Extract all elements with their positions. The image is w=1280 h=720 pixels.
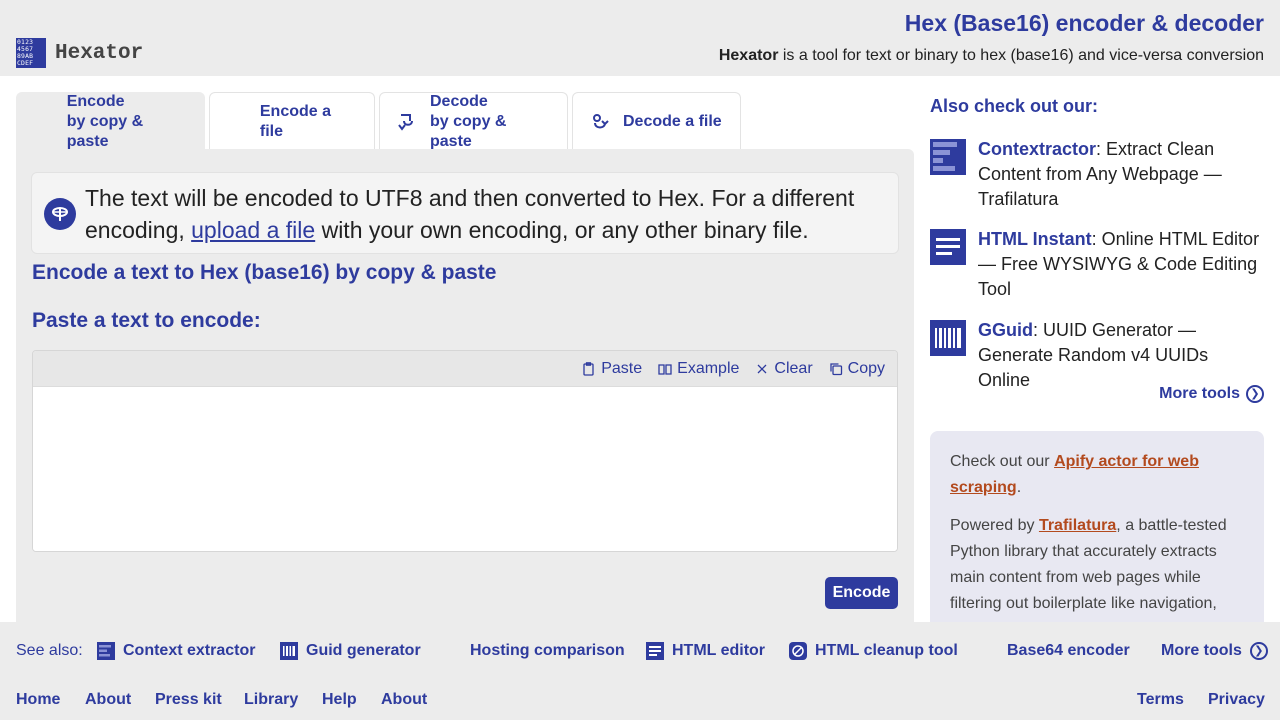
- sidebar-item-name[interactable]: GGuid: [978, 320, 1033, 340]
- barcode-icon: [280, 642, 298, 660]
- mode-tabs: Encode by copy & paste Encode a file Deco…: [16, 92, 741, 150]
- header: 0123 4567 89AB CDEF Hexator Hex (Base16)…: [0, 0, 1280, 76]
- trafilatura-link[interactable]: Trafilatura: [1039, 517, 1116, 534]
- site-title: Hex (Base16) encoder & decoder: [904, 10, 1264, 36]
- footer-link-label: Base64 encoder: [1007, 642, 1130, 659]
- tab-label-line1: Decode: [430, 92, 488, 110]
- tab-decode-copy-paste[interactable]: Decode by copy & paste: [379, 92, 568, 150]
- logo[interactable]: 0123 4567 89AB CDEF Hexator: [16, 38, 143, 68]
- see-also-label: See also:: [16, 642, 83, 659]
- footer-link-html-cleanup[interactable]: HTML cleanup tool: [789, 642, 958, 660]
- footer-link-label: Guid generator: [306, 642, 421, 659]
- footer-link-base64-encoder[interactable]: Base64 encoder: [1007, 642, 1130, 660]
- footer-nav-privacy[interactable]: Privacy: [1208, 691, 1265, 709]
- promo-box: Check out our Apify actor for web scrapi…: [930, 431, 1264, 631]
- promo-apify: Check out our Apify actor for web scrapi…: [950, 449, 1244, 501]
- footer: See also: Context extractor Guid generat…: [0, 622, 1280, 720]
- tab-label-line1: Encode: [66, 92, 125, 110]
- tab-label-line2: by copy & paste: [430, 112, 507, 150]
- paste-label-text: Paste: [601, 359, 643, 377]
- footer-nav-home[interactable]: Home: [16, 691, 60, 709]
- decode-icon: [396, 111, 418, 133]
- chevron-right-circle-icon: ❯: [1246, 385, 1264, 403]
- info-icon: [44, 198, 76, 230]
- footer-link-html-editor[interactable]: HTML editor: [646, 642, 765, 660]
- editor-toolbar: Paste Example Clear Copy: [33, 351, 897, 387]
- upload-file-link[interactable]: upload a file: [191, 217, 315, 243]
- sidebar-item-text: HTML Instant: Online HTML Editor — Free …: [978, 227, 1264, 302]
- sidebar-item-html-instant[interactable]: HTML Instant: Online HTML Editor — Free …: [930, 227, 1264, 302]
- footer-link-hosting-comparison[interactable]: Hosting comparison: [470, 642, 625, 660]
- footer-link-label: Hosting comparison: [470, 642, 625, 659]
- paste-button[interactable]: Paste: [582, 360, 642, 378]
- footer-link-guid-generator[interactable]: Guid generator: [280, 642, 421, 660]
- info-notice: The text will be encoded to UTF8 and the…: [31, 172, 899, 254]
- tab-label: Encode by copy & paste: [67, 92, 188, 152]
- example-label-text: Example: [677, 359, 740, 377]
- encode-panel: The text will be encoded to UTF8 and the…: [16, 149, 914, 629]
- sidebar-item-gguid[interactable]: GGuid: UUID Generator — Generate Random …: [930, 318, 1264, 393]
- sidebar-title: Also check out our:: [930, 96, 1099, 116]
- tab-decode-file[interactable]: Decode a file: [572, 92, 741, 150]
- sidebar-item-contextractor[interactable]: Contextractor: Extract Clean Content fro…: [930, 137, 1264, 212]
- footer-nav-about[interactable]: About: [85, 691, 131, 709]
- notice-text: The text will be encoded to UTF8 and the…: [85, 182, 885, 246]
- sidebar-item-text: GGuid: UUID Generator — Generate Random …: [978, 318, 1264, 393]
- logo-text: Hexator: [55, 41, 144, 65]
- promo-trafilatura: Powered by Trafilatura, a battle-tested …: [950, 513, 1244, 617]
- footer-nav-terms[interactable]: Terms: [1137, 691, 1184, 709]
- notice-text-after: with your own encoding, or any other bin…: [315, 217, 809, 243]
- document-lines-icon: [646, 642, 664, 660]
- site-tagline: Hexator is a tool for text or binary to …: [719, 47, 1264, 65]
- copy-icon: [829, 362, 843, 376]
- chevron-right-circle-icon: ❯: [1249, 642, 1268, 660]
- encode-button[interactable]: Encode: [825, 577, 898, 609]
- cleanup-icon: [789, 642, 807, 660]
- tab-label-line2: by copy & paste: [66, 112, 144, 150]
- clear-button[interactable]: Clear: [755, 359, 813, 378]
- tagline-brand: Hexator: [718, 47, 779, 64]
- barcode-icon: [930, 320, 966, 356]
- example-button[interactable]: Example: [658, 360, 739, 378]
- clear-label-text: Clear: [774, 359, 813, 377]
- more-tools-link[interactable]: More tools ❯: [1159, 385, 1264, 403]
- footer-nav-library[interactable]: Library: [244, 691, 298, 709]
- footer-link-more-tools[interactable]: More tools ❯: [1161, 642, 1268, 660]
- tab-encode-file[interactable]: Encode a file: [209, 92, 375, 150]
- footer-link-label: HTML editor: [672, 642, 766, 659]
- sidebar-item-name[interactable]: HTML Instant: [978, 229, 1092, 249]
- book-icon: [658, 362, 672, 376]
- copy-button[interactable]: Copy: [829, 360, 885, 378]
- contextractor-icon: [97, 642, 115, 660]
- document-lines-icon: [930, 229, 966, 265]
- tab-label: Decode a file: [623, 112, 722, 130]
- promo-text: Powered by: [950, 517, 1039, 534]
- decode-file-icon: [589, 111, 611, 133]
- more-tools-label: More tools: [1159, 385, 1240, 402]
- footer-link-label: HTML cleanup tool: [815, 642, 958, 659]
- paste-label: Paste a text to encode:: [32, 309, 261, 332]
- close-icon: [755, 362, 769, 376]
- promo-text: Check out our: [950, 453, 1055, 470]
- sidebar-item-name[interactable]: Contextractor: [978, 139, 1096, 159]
- contextractor-icon: [930, 139, 966, 175]
- footer-link-label: Context extractor: [123, 642, 256, 659]
- tagline-text: is a tool for text or binary to hex (bas…: [778, 47, 1264, 64]
- clipboard-icon: [582, 361, 596, 376]
- tab-encode-copy-paste[interactable]: Encode by copy & paste: [16, 92, 205, 150]
- footer-nav-help[interactable]: Help: [322, 691, 357, 709]
- text-input[interactable]: [33, 395, 897, 551]
- footer-nav-about-2[interactable]: About: [381, 691, 427, 709]
- promo-text: .: [1016, 479, 1022, 496]
- tab-label: Encode a file: [259, 102, 332, 140]
- encode-heading: Encode a text to Hex (base16) by copy & …: [32, 261, 497, 284]
- footer-nav-press-kit[interactable]: Press kit: [155, 691, 222, 709]
- tab-label: Decode by copy & paste: [430, 92, 551, 152]
- text-editor: Paste Example Clear Copy: [32, 350, 898, 552]
- footer-link-context-extractor[interactable]: Context extractor: [97, 642, 255, 660]
- hexator-logo-icon: 0123 4567 89AB CDEF: [16, 38, 46, 68]
- sidebar-item-text: Contextractor: Extract Clean Content fro…: [978, 137, 1264, 212]
- copy-label-text: Copy: [847, 359, 885, 377]
- footer-link-label: More tools: [1161, 642, 1242, 659]
